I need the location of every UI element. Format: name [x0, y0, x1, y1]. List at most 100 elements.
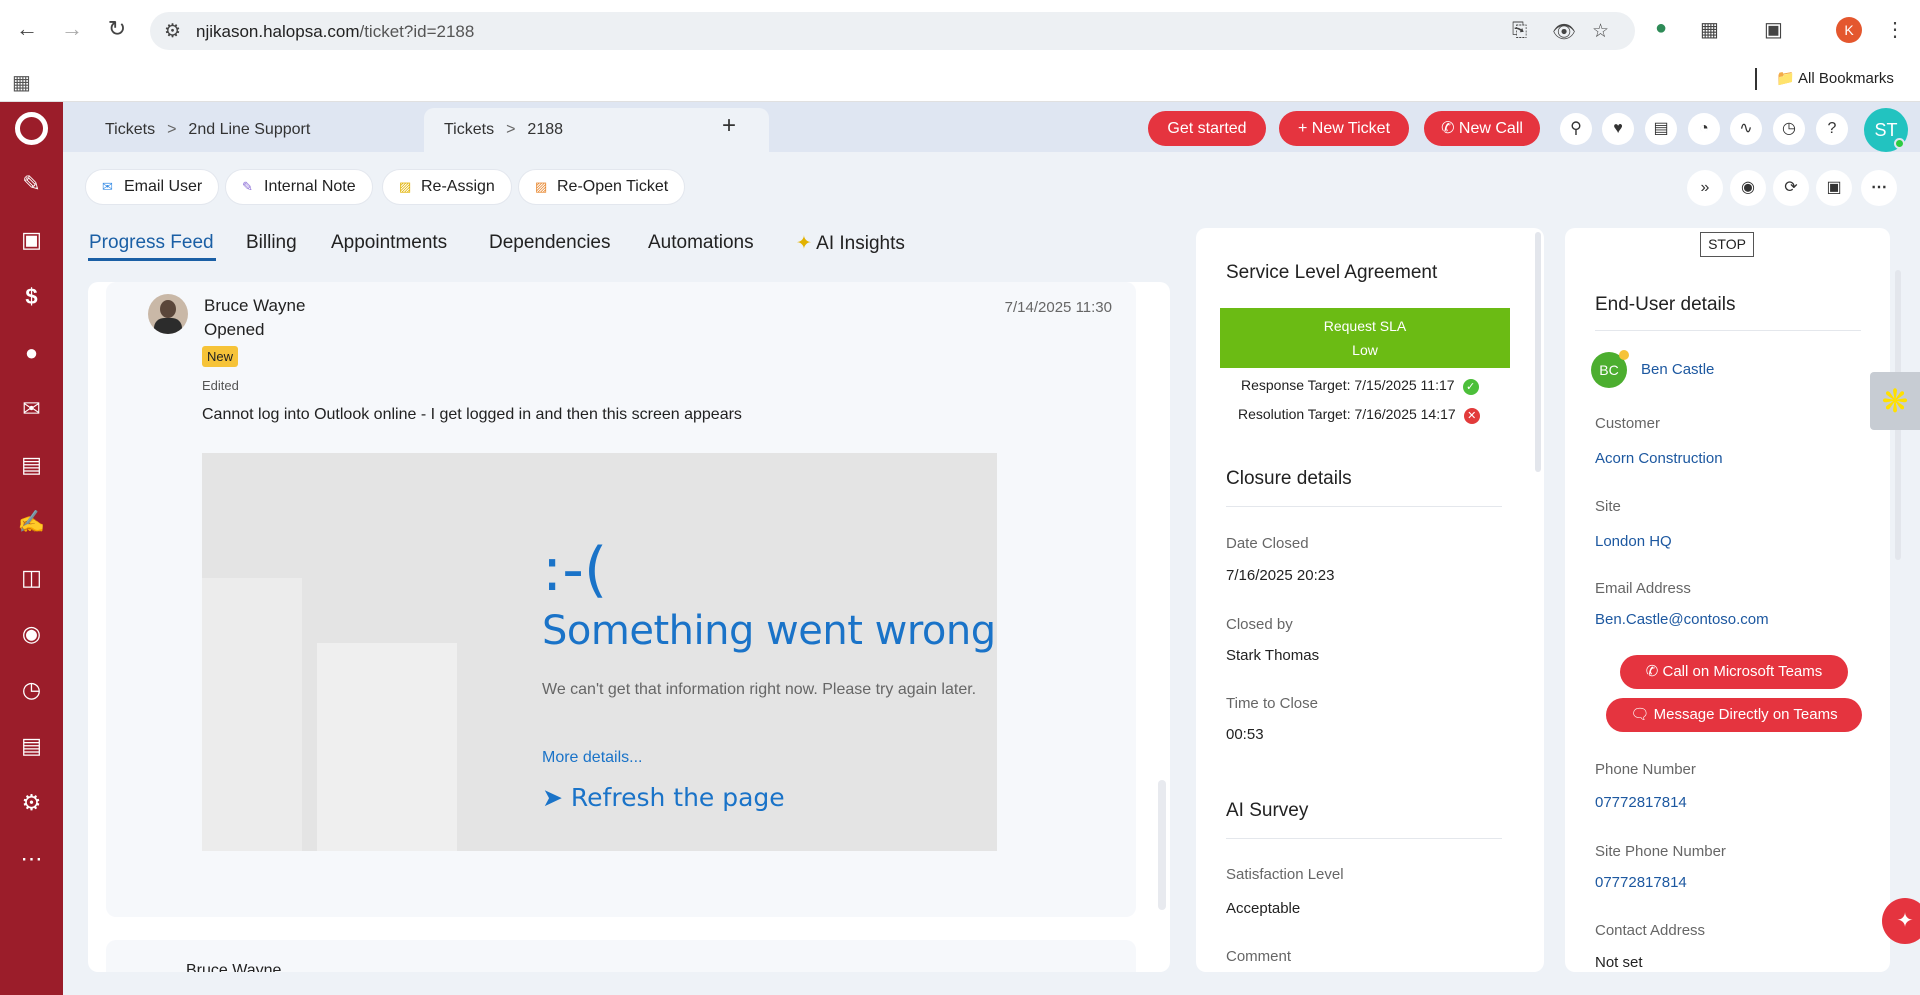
document-search-icon[interactable]: ◫	[0, 558, 63, 598]
reassign-icon: ▨	[399, 179, 412, 194]
internal-note-button[interactable]: ✎ Internal Note	[225, 169, 373, 205]
expand-panel-icon[interactable]: »	[1687, 170, 1723, 206]
tab-ai-insights[interactable]: ✦ AI Insights	[796, 232, 905, 255]
message-teams-button[interactable]: 🗨 Message Directly on Teams	[1606, 698, 1862, 732]
online-status-dot	[1894, 138, 1905, 149]
notifications-bell-icon[interactable]: ♥	[1602, 113, 1634, 145]
briefcase-tool-icon[interactable]: ▣	[1816, 170, 1852, 206]
history-clock-icon[interactable]: ◷	[1773, 113, 1805, 145]
dashboard-gauge-icon[interactable]: ◔	[1688, 113, 1720, 145]
tab-billing[interactable]: Billing	[246, 232, 297, 254]
enduser-title: End-User details	[1595, 294, 1736, 315]
email-link[interactable]: Ben.Castle@contoso.com	[1595, 611, 1769, 628]
stop-button[interactable]: STOP	[1700, 232, 1754, 257]
rss-feed-icon[interactable]: ∿	[1730, 113, 1762, 145]
site-info-icon[interactable]: ⚙	[164, 20, 181, 43]
all-bookmarks[interactable]: 📁 All Bookmarks	[1776, 69, 1894, 87]
money-bag-icon[interactable]: ◉	[0, 614, 63, 654]
tab-dependencies[interactable]: Dependencies	[489, 232, 610, 254]
report-icon[interactable]: ▤	[0, 726, 63, 766]
eye-off-icon[interactable]: 👁	[1552, 20, 1576, 44]
plus-icon: +	[1297, 120, 1312, 137]
phone-link[interactable]: 07772817814	[1595, 794, 1687, 811]
closed-by-value: Stark Thomas	[1226, 647, 1320, 664]
sla-panel: Service Level Agreement Request SLA Low …	[1196, 228, 1544, 972]
edit-icon[interactable]: ✍	[0, 502, 63, 542]
check-icon: ✓	[1462, 379, 1479, 395]
site-phone-link[interactable]: 07772817814	[1595, 874, 1687, 891]
feed-entry: Bruce Wayne Opened 7/14/2025 11:30 New E…	[106, 282, 1136, 917]
search-icon[interactable]: ⚲	[1560, 113, 1592, 145]
contact-address-label: Contact Address	[1595, 922, 1706, 939]
add-tab-button[interactable]: +	[722, 112, 736, 140]
halo-logo[interactable]	[15, 112, 48, 145]
tab-appointments[interactable]: Appointments	[331, 232, 447, 254]
bookmark-star-icon[interactable]: ☆	[1592, 20, 1609, 43]
progress-feed: Bruce Wayne Opened 7/14/2025 11:30 New E…	[88, 282, 1170, 972]
url-text: njikason.halopsa.com/ticket?id=2188	[196, 22, 475, 41]
install-app-icon[interactable]: ⎘	[1512, 20, 1527, 42]
closure-title: Closure details	[1226, 468, 1352, 489]
feed-scrollbar[interactable]	[1158, 780, 1166, 910]
contact-address-value: Not set	[1595, 954, 1643, 971]
extension-icon[interactable]: ●	[1655, 17, 1667, 40]
laptop-icon[interactable]: ▤	[0, 445, 63, 485]
pen-icon: ✎	[242, 179, 253, 194]
sla-title: Service Level Agreement	[1226, 262, 1438, 283]
tickets-icon[interactable]: ✎	[0, 164, 63, 204]
dollar-icon[interactable]: $	[0, 277, 63, 317]
status-badge: New	[202, 346, 239, 367]
tab-progress-feed[interactable]: Progress Feed	[89, 232, 214, 254]
clipboard-icon[interactable]: ▤	[1645, 113, 1677, 145]
feed-author: Bruce Wayne	[204, 296, 306, 315]
reload-icon[interactable]: ↻	[102, 14, 132, 44]
sla-priority: Low	[1352, 342, 1378, 358]
share-icon[interactable]: ⟳	[1773, 170, 1809, 206]
email-user-button[interactable]: ✉ Email User	[85, 169, 220, 205]
site-link[interactable]: London HQ	[1595, 533, 1672, 550]
watch-eye-icon[interactable]: ◉	[1730, 170, 1766, 206]
help-icon[interactable]: ?	[1816, 113, 1848, 145]
more-icon[interactable]: ⋯	[0, 839, 63, 879]
tab-2nd-line-support[interactable]: Tickets >2nd Line Support	[85, 108, 330, 152]
tab-search-icon[interactable]: ▣	[1764, 17, 1783, 42]
feed-entry: Bruce Wayne	[106, 940, 1136, 972]
new-call-button[interactable]: ✆ New Call	[1424, 111, 1540, 146]
tab-ticket-2188[interactable]: Tickets >2188	[424, 108, 769, 152]
clock-icon[interactable]: ◷	[0, 670, 63, 710]
extensions-puzzle-icon[interactable]: ▦	[1700, 17, 1719, 42]
apps-grid-icon[interactable]: ▦	[12, 70, 31, 95]
forward-icon[interactable]: →	[57, 14, 87, 44]
enduser-name-link[interactable]: Ben Castle	[1641, 361, 1714, 378]
megaphone-icon[interactable]: ✉	[0, 389, 63, 429]
ai-assistant-icon[interactable]: ✦	[1882, 898, 1920, 944]
reopen-ticket-button[interactable]: ▨ Re-Open Ticket	[518, 169, 686, 205]
more-options-icon[interactable]: ⋯	[1861, 170, 1897, 206]
new-ticket-button[interactable]: + New Ticket	[1279, 111, 1409, 146]
get-started-button[interactable]: Get started	[1148, 111, 1266, 146]
assistant-widget-icon[interactable]: ❋	[1870, 372, 1920, 430]
tab-automations[interactable]: Automations	[648, 232, 754, 254]
profile-avatar[interactable]: K	[1836, 17, 1862, 43]
sla-scrollbar[interactable]	[1535, 232, 1541, 472]
browser-menu-icon[interactable]: ⋮	[1885, 17, 1905, 42]
screenshot-subtitle: We can't get that information right now.…	[542, 681, 977, 698]
star-badge-icon	[1619, 350, 1629, 360]
user-icon[interactable]: ●	[0, 333, 63, 373]
sla-status-box: Request SLA Low	[1220, 308, 1510, 368]
response-target: Response Target: 7/15/2025 11:17 ✓	[1241, 377, 1479, 395]
call-teams-button[interactable]: ✆ Call on Microsoft Teams	[1620, 655, 1848, 689]
divider	[1226, 838, 1502, 839]
address-bar[interactable]: ⚙ njikason.halopsa.com/ticket?id=2188 ⎘ …	[150, 12, 1635, 50]
settings-icon[interactable]: ⚙	[0, 783, 63, 823]
satisfaction-label: Satisfaction Level	[1226, 866, 1344, 883]
attached-screenshot[interactable]: :-( Something went wrong We can't get th…	[202, 453, 997, 851]
back-icon[interactable]: ←	[12, 14, 42, 44]
briefcase-icon[interactable]: ▣	[0, 220, 63, 260]
refresh-arrow-icon: ➤	[542, 783, 571, 812]
reopen-icon: ▨	[535, 179, 548, 194]
customer-link[interactable]: Acorn Construction	[1595, 450, 1723, 467]
screenshot-frown: :-(	[542, 535, 608, 605]
app-sidebar: ✎ ▣ $ ● ✉ ▤ ✍ ◫ ◉ ◷ ▤ ⚙ ⋯	[0, 102, 63, 995]
reassign-button[interactable]: ▨ Re-Assign	[382, 169, 512, 205]
